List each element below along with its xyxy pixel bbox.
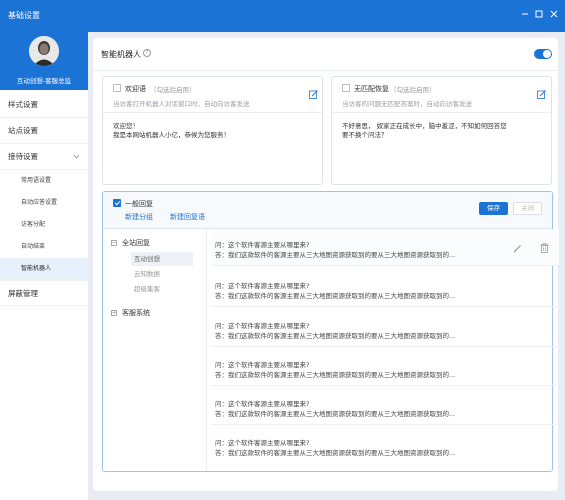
tree-group-service[interactable]: 客服系统 — [122, 308, 150, 318]
robot-settings-card: 智能机器人 ? 欢迎语 （勾选后启用） 当访客打开机器人对话窗口时，自动向访客发… — [93, 38, 559, 491]
qa-answer: 答：我们这款软件的客源主要从三大地图资源获取到的要从三大地图资源获取到的... — [215, 371, 456, 379]
sidebar: 互动创想-客服总监 样式设置 站点设置 接待设置 常用语设置 自动应答设置 访客… — [0, 32, 88, 500]
edit-icon[interactable] — [309, 90, 318, 99]
qa-panel-title: 一般回复 — [125, 200, 153, 208]
qa-question: 问：这个软件客源主要从哪里来? — [215, 282, 310, 290]
qa-panel-header: 一般回复 新建分组 新建回复语 保存 关闭 — [103, 192, 552, 229]
qa-question: 问：这个软件客源主要从哪里来? — [215, 241, 310, 249]
page-title: 智能机器人 — [101, 50, 141, 59]
nomatch-box-header: 无匹配恢复 （勾选后启用） 当访客的问题无匹配答案时，自动向访客发送 — [332, 77, 551, 113]
welcome-hint: （勾选后启用） — [150, 86, 196, 94]
welcome-box-header: 欢迎语 （勾选后启用） 当访客打开机器人对话窗口时，自动向访客发送 — [103, 77, 322, 113]
close-icon[interactable] — [548, 8, 560, 20]
collapse-icon[interactable]: − — [111, 240, 117, 246]
tree-item-hudong[interactable]: 互动创想 — [131, 252, 193, 266]
add-group-link[interactable]: 新建分组 — [125, 212, 153, 222]
welcome-checkbox[interactable] — [113, 84, 121, 92]
sidebar-subitem-robot[interactable]: 智能机器人 — [0, 258, 88, 280]
sidebar-subitem-visitor-assign[interactable]: 访客分配 — [0, 214, 88, 236]
qa-question: 问：这个软件客源主要从哪里来? — [215, 439, 310, 447]
qa-item[interactable]: 问：这个软件客源主要从哪里来? 答：我们这款软件的客源主要从三大地图资源获取到的… — [211, 310, 559, 347]
welcome-text-line1: 欢迎您！ — [113, 122, 139, 130]
qa-question: 问：这个软件客源主要从哪里来? — [215, 400, 310, 408]
welcome-box: 欢迎语 （勾选后启用） 当访客打开机器人对话窗口时，自动向访客发送 欢迎您！ 我… — [102, 76, 323, 185]
add-reply-link[interactable]: 新建回复语 — [170, 212, 205, 222]
sidebar-subitem-auto-end[interactable]: 自动结束 — [0, 236, 88, 258]
qa-item[interactable]: 问：这个软件客源主要从哪里来? 答：我们这款软件的客源主要从三大地图资源获取到的… — [211, 388, 559, 425]
sidebar-item-label: 接待设置 — [8, 152, 38, 161]
save-button[interactable]: 保存 — [479, 202, 508, 215]
nomatch-box: 无匹配恢复 （勾选后启用） 当访客的问题无匹配答案时，自动向访客发送 不好意思，… — [331, 76, 552, 185]
title-bar: 基础设置 — [0, 0, 565, 32]
sidebar-subitem-phrases[interactable]: 常用语设置 — [0, 170, 88, 192]
qa-item[interactable]: 问：这个软件客源主要从哪里来? 答：我们这款软件的客源主要从三大地图资源获取到的… — [211, 427, 559, 464]
nomatch-text-line2: 要不换个问法？ — [342, 131, 388, 139]
welcome-desc: 当访客打开机器人对话窗口时，自动向访客发送 — [113, 100, 250, 108]
qa-enable-checkbox[interactable] — [113, 199, 121, 207]
sidebar-item-site[interactable]: 站点设置 — [0, 118, 88, 144]
delete-icon[interactable] — [540, 243, 549, 255]
nomatch-desc: 当访客的问题无匹配答案时，自动向访客发送 — [342, 100, 472, 108]
window-title: 基础设置 — [8, 11, 40, 20]
minimize-icon[interactable] — [519, 8, 531, 20]
toggle-knob — [543, 50, 551, 58]
qa-answer: 答：我们这款软件的客源主要从三大地图资源获取到的要从三大地图资源获取到的... — [215, 292, 456, 300]
close-button[interactable]: 关闭 — [513, 202, 542, 215]
sidebar-subitem-auto-reply[interactable]: 自动应答设置 — [0, 192, 88, 214]
expand-icon[interactable]: + — [111, 310, 117, 316]
nomatch-text[interactable]: 不好意思， 奴家正在成长中，脑中羞涩，不知如何回答您 要不换个问法？ — [342, 122, 507, 140]
sidebar-item-block[interactable]: 屏蔽管理 — [0, 280, 88, 306]
edit-icon[interactable] — [537, 90, 546, 99]
qa-answer: 答：我们这款软件的客源主要从三大地图资源获取到的要从三大地图资源获取到的... — [215, 410, 456, 418]
robot-enable-toggle[interactable] — [534, 49, 552, 59]
qa-answer: 答：我们这款软件的客源主要从三大地图资源获取到的要从三大地图资源获取到的... — [215, 449, 456, 457]
card-header: 智能机器人 ? — [93, 38, 558, 71]
nomatch-text-line1: 不好意思， 奴家正在成长中，脑中羞涩，不知如何回答您 — [342, 122, 507, 130]
nomatch-hint: （勾选后启用） — [390, 86, 436, 94]
qa-answer: 答：我们这款软件的客源主要从三大地图资源获取到的要从三大地图资源获取到的... — [215, 251, 456, 259]
nomatch-title: 无匹配恢复 — [354, 85, 389, 93]
welcome-text-line2: 我是本网站机器人小亿，恭候为您服务！ — [113, 131, 230, 139]
qa-answer: 答：我们这款软件的客源主要从三大地图资源获取到的要从三大地图资源获取到的... — [215, 332, 456, 340]
edit-pencil-icon[interactable] — [513, 244, 522, 255]
tree-group-all[interactable]: 全站回复 — [122, 238, 150, 248]
help-icon[interactable]: ? — [143, 49, 151, 57]
tree-item-chaoji[interactable]: 超级集客 — [131, 282, 193, 296]
qa-panel: 一般回复 新建分组 新建回复语 保存 关闭 − 全站回复 互动创想 云知数据 超… — [102, 191, 559, 472]
tree-item-yunzhi[interactable]: 云知数据 — [131, 267, 193, 281]
group-tree: − 全站回复 互动创想 云知数据 超级集客 + 客服系统 — [103, 229, 207, 471]
qa-item[interactable]: 问：这个软件客源主要从哪里来? 答：我们这款软件的客源主要从三大地图资源获取到的… — [211, 349, 559, 386]
welcome-title: 欢迎语 — [125, 85, 146, 93]
qa-question: 问：这个软件客源主要从哪里来? — [215, 322, 310, 330]
avatar[interactable] — [29, 36, 59, 66]
qa-item[interactable]: 问：这个软件客源主要从哪里来? 答：我们这款软件的客源主要从三大地图资源获取到的… — [211, 270, 559, 307]
sidebar-item-style[interactable]: 样式设置 — [0, 92, 88, 118]
main-panel: 智能机器人 ? 欢迎语 （勾选后启用） 当访客打开机器人对话窗口时，自动向访客发… — [88, 32, 565, 500]
profile-name: 互动创想-客服总监 — [16, 77, 72, 85]
maximize-icon[interactable] — [533, 8, 545, 20]
qa-question: 问：这个软件客源主要从哪里来? — [215, 361, 310, 369]
sidebar-item-reception[interactable]: 接待设置 — [0, 144, 88, 170]
nomatch-checkbox[interactable] — [342, 84, 350, 92]
welcome-text[interactable]: 欢迎您！ 我是本网站机器人小亿，恭候为您服务！ — [113, 122, 230, 140]
profile-panel: 互动创想-客服总监 — [0, 32, 88, 90]
qa-item[interactable]: 问：这个软件客源主要从哪里来? 答：我们这款软件的客源主要从三大地图资源获取到的… — [211, 229, 559, 266]
